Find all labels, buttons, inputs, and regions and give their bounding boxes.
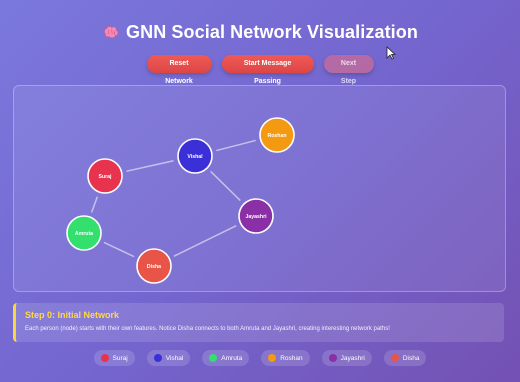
- start-message-passing-button[interactable]: Start Message Passing: [221, 55, 314, 85]
- node-label: Amruta: [75, 231, 93, 237]
- legend-dot: [268, 354, 277, 362]
- legend-label: Jayashri: [340, 354, 365, 362]
- legend-item-vishal: Vishal: [146, 350, 191, 366]
- page-title: GNN Social Network Visualization: [0, 22, 520, 43]
- brain-icon: [104, 25, 119, 38]
- next-step-button[interactable]: Next Step: [323, 55, 374, 85]
- legend-item-disha: Disha: [383, 350, 427, 366]
- node-disha[interactable]: Disha: [136, 248, 172, 284]
- legend-dot: [153, 354, 162, 362]
- legend-label: Roshan: [280, 354, 303, 362]
- legend-item-roshan: Roshan: [261, 350, 310, 366]
- reset-network-button[interactable]: Reset Network: [146, 55, 212, 85]
- node-label: Vishal: [187, 154, 203, 160]
- legend-item-amruta: Amruta: [202, 350, 250, 366]
- node-label: Suraj: [99, 174, 113, 180]
- node-jayashri[interactable]: Jayashri: [238, 198, 274, 234]
- legend: Suraj Vishal Amruta Roshan Jayashri Dish…: [0, 350, 520, 366]
- node-label: Jayashri: [245, 214, 267, 220]
- node-label: Roshan: [267, 133, 286, 139]
- node-roshan[interactable]: Roshan: [259, 117, 295, 153]
- step-info-panel: Step 0: Initial Network Each person (nod…: [13, 303, 504, 342]
- legend-dot: [328, 354, 337, 362]
- legend-label: Vishal: [165, 354, 184, 362]
- step-title: Step 0: Initial Network: [25, 310, 120, 320]
- node-vishal[interactable]: Vishal: [177, 138, 213, 174]
- legend-item-suraj: Suraj: [93, 350, 135, 366]
- node-suraj[interactable]: Suraj: [87, 158, 123, 194]
- legend-label: Amruta: [221, 354, 243, 362]
- node-label: Disha: [147, 264, 161, 270]
- title-text: GNN Social Network Visualization: [126, 22, 418, 42]
- legend-dot: [209, 354, 218, 362]
- legend-label: Suraj: [112, 354, 128, 362]
- step-description: Each person (node) starts with their own…: [25, 326, 390, 332]
- legend-dot: [100, 354, 109, 362]
- network-canvas: [13, 85, 506, 292]
- legend-label: Disha: [402, 354, 420, 362]
- legend-item-jayashri: Jayashri: [321, 350, 372, 366]
- mouse-cursor-icon: [386, 46, 396, 60]
- legend-dot: [390, 354, 399, 362]
- controls-bar: Reset Network Start Message Passing Next…: [0, 55, 520, 85]
- node-amruta[interactable]: Amruta: [66, 215, 102, 251]
